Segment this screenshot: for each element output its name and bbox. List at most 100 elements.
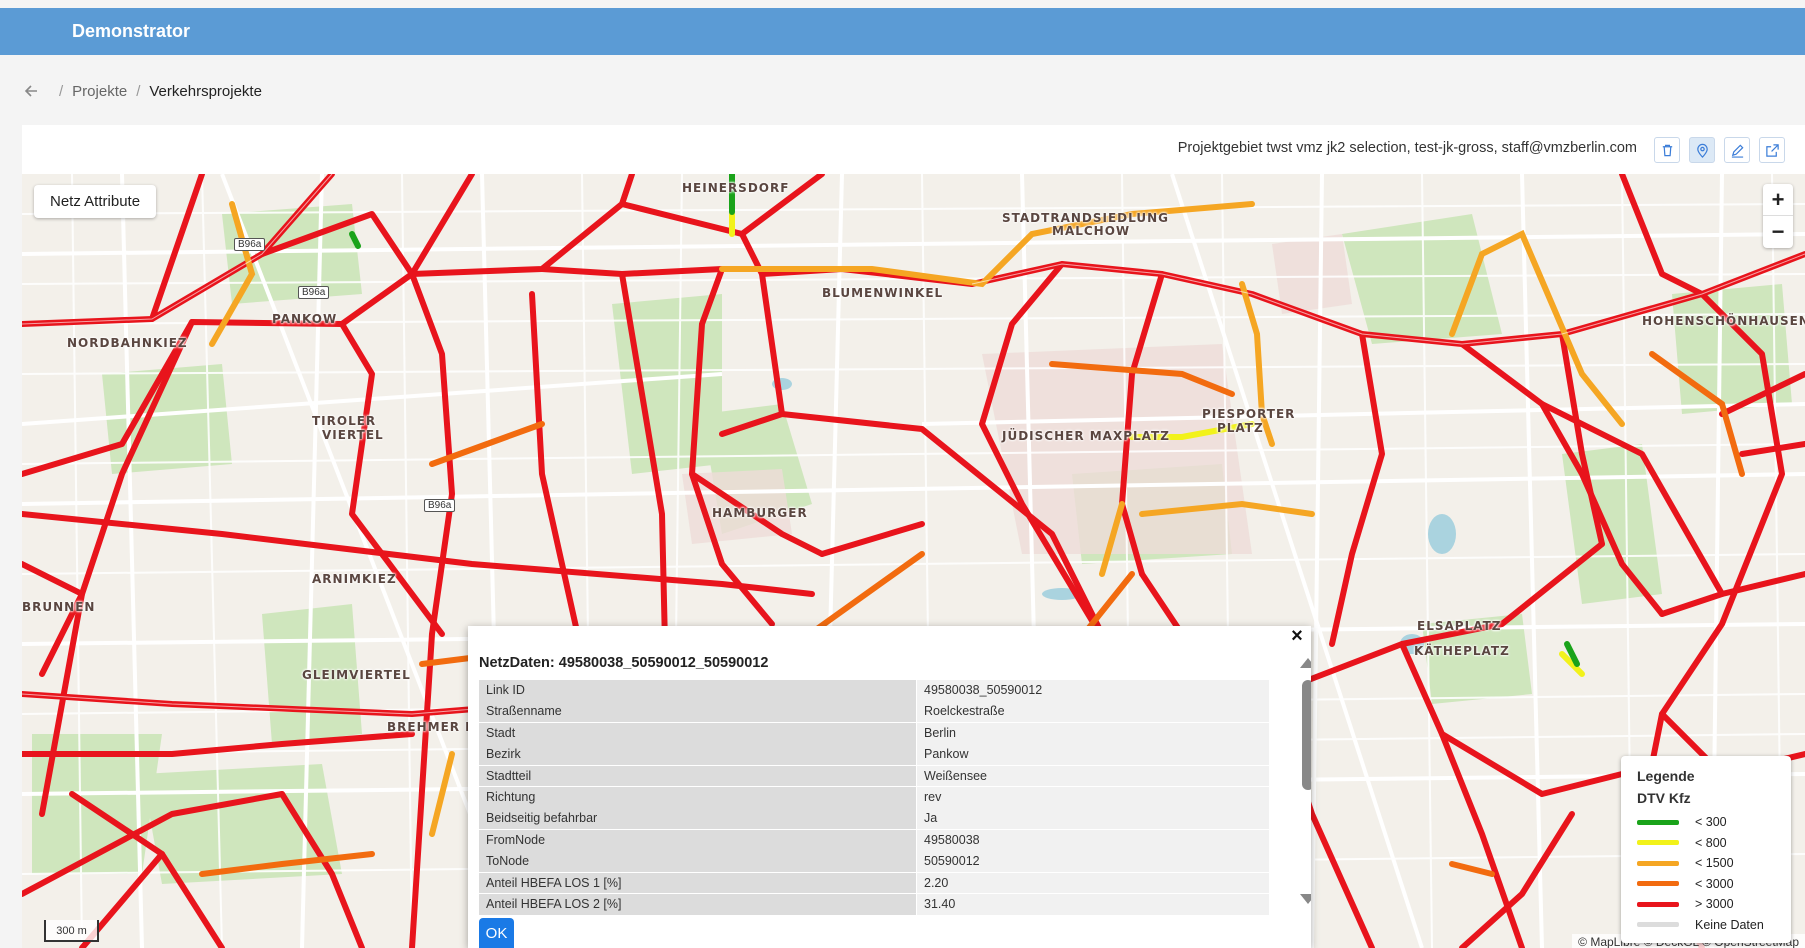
legend-item: < 1500 [1637, 853, 1775, 874]
attribute-key: ToNode [479, 851, 916, 873]
legend-swatch [1637, 840, 1679, 846]
edit-button[interactable] [1724, 137, 1750, 163]
attribute-key: Anteil HBEFA LOS 2 [%] [479, 893, 916, 915]
attribute-key: Stadtteil [479, 765, 916, 787]
attribute-value: 50590012 [917, 851, 1269, 873]
table-row: Straßenname Roelckestraße [479, 701, 1269, 723]
map-label: BLUMENWINKEL [822, 286, 944, 300]
map-label: GLEIMVIERTEL [302, 668, 411, 682]
attribute-key: Anteil HBEFA LOS 1 [%] [479, 872, 916, 894]
table-row: Anteil HBEFA LOS 1 [%] 2.20 [479, 872, 1269, 894]
attribute-value: rev [917, 786, 1269, 808]
legend-swatch [1637, 922, 1679, 928]
scroll-up-icon[interactable] [1300, 658, 1311, 668]
app-title: Demonstrator [72, 21, 191, 41]
zoom-out-button[interactable]: − [1763, 216, 1793, 248]
project-panel: Projektgebiet twst vmz jk2 selection, te… [22, 125, 1805, 948]
map-label: PIESPORTER [1202, 407, 1296, 421]
legend-label: < 3000 [1695, 876, 1734, 891]
attribute-key: Bezirk [479, 744, 916, 766]
external-link-icon [1765, 143, 1779, 157]
legend-label: < 1500 [1695, 856, 1734, 871]
attribute-table: Link ID 49580038_50590012 Straßenname Roelc… [479, 680, 1269, 915]
map-label: PANKOW [272, 312, 338, 326]
table-row: Bezirk Pankow [479, 744, 1269, 766]
table-row: Stadtteil Weißensee [479, 765, 1269, 787]
legend-label: < 800 [1695, 835, 1727, 850]
breadcrumb: / Projekte / Verkehrsprojekte [22, 80, 262, 102]
table-row: ToNode 50590012 [479, 851, 1269, 873]
zoom-control: + − [1763, 184, 1793, 248]
attribute-value: 31.40 [917, 893, 1269, 915]
map-pin-icon [1696, 143, 1708, 158]
map-label: VIERTEL [322, 428, 384, 442]
netz-attribute-button[interactable]: Netz Attribute [34, 185, 157, 218]
scroll-thumb[interactable] [1302, 680, 1311, 790]
map-label: NORDBAHNKIEZ [67, 336, 188, 350]
legend-item: > 3000 [1637, 894, 1775, 915]
location-button[interactable] [1689, 137, 1715, 163]
delete-button[interactable] [1654, 137, 1680, 163]
attribute-value: Ja [917, 808, 1269, 830]
attribute-key: Straßenname [479, 701, 916, 723]
attribute-key: Beidseitig befahrbar [479, 808, 916, 830]
map-label: ARNIMKIEZ [312, 572, 397, 586]
legend-swatch [1637, 881, 1679, 887]
legend-item: < 3000 [1637, 874, 1775, 895]
road-shield: B96a [424, 499, 456, 512]
table-row: Link ID 49580038_50590012 [479, 680, 1269, 701]
popup-title: NetzDaten: 49580038_50590012_50590012 [479, 655, 769, 671]
legend-item: < 800 [1637, 833, 1775, 854]
trash-icon [1662, 144, 1672, 156]
attribute-key: Richtung [479, 786, 916, 808]
popup-scrollbar[interactable] [1300, 658, 1311, 906]
ok-button[interactable]: OK [479, 918, 514, 948]
map-label: HOHENSCHÖNHAUSEN [1642, 314, 1805, 328]
edit-icon [1731, 143, 1744, 158]
map-label: STADTRANDSIEDLUNG [1002, 211, 1169, 225]
legend-title: Legende [1637, 768, 1695, 784]
attribute-key: Stadt [479, 722, 916, 744]
legend: Legende DTV Kfz < 300 < 800 < 1500 < 3000 > … [1621, 756, 1791, 943]
map-label: KÄTHEPLATZ [1414, 644, 1510, 658]
road-shield: B96a [234, 238, 266, 251]
map-label: BRUNNEN [22, 600, 96, 614]
breadcrumb-projekte[interactable]: Projekte [72, 83, 127, 100]
top-strip [0, 0, 1805, 8]
attribute-key: FromNode [479, 829, 916, 851]
map-label: ELSAPLATZ [1417, 619, 1502, 633]
table-row: Anteil HBEFA LOS 2 [%] 31.40 [479, 893, 1269, 915]
legend-label: > 3000 [1695, 897, 1734, 912]
map-label: MALCHOW [1052, 224, 1131, 238]
table-row: Stadt Berlin [479, 722, 1269, 744]
attribute-value: Pankow [917, 744, 1269, 766]
map-canvas[interactable]: HEINERSDORF STADTRANDSIEDLUNG MALCHOW BL… [22, 174, 1805, 948]
road-shield: B96a [298, 286, 330, 299]
map-label: TIROLER [312, 414, 377, 428]
scale-bar: 300 m [44, 920, 99, 942]
breadcrumb-current: Verkehrsprojekte [149, 82, 262, 100]
scroll-down-icon[interactable] [1300, 894, 1311, 904]
app-header: Demonstrator [0, 8, 1805, 55]
netzdaten-popup: × NetzDaten: 49580038_50590012_50590012 … [468, 626, 1311, 948]
table-row: Beidseitig befahrbar Ja [479, 808, 1269, 830]
close-icon[interactable]: × [1287, 626, 1307, 646]
legend-swatch [1637, 901, 1679, 907]
legend-item: Keine Daten [1637, 915, 1775, 936]
map-label: HEINERSDORF [682, 181, 790, 195]
table-row: FromNode 49580038 [479, 829, 1269, 851]
project-info: Projektgebiet twst vmz jk2 selection, te… [1177, 140, 1637, 156]
open-external-button[interactable] [1759, 137, 1785, 163]
legend-label: Keine Daten [1695, 917, 1764, 932]
back-arrow-icon[interactable] [22, 82, 40, 100]
legend-swatch [1637, 860, 1679, 866]
breadcrumb-separator: / [136, 82, 141, 100]
attribute-value: Roelckestraße [917, 701, 1269, 723]
table-row: Richtung rev [479, 786, 1269, 808]
breadcrumb-separator: / [59, 82, 64, 100]
attribute-key: Link ID [479, 680, 916, 701]
attribute-value: 2.20 [917, 872, 1269, 894]
zoom-in-button[interactable]: + [1763, 184, 1793, 216]
legend-label: < 300 [1695, 815, 1727, 830]
map-label: PLATZ [1217, 421, 1264, 435]
